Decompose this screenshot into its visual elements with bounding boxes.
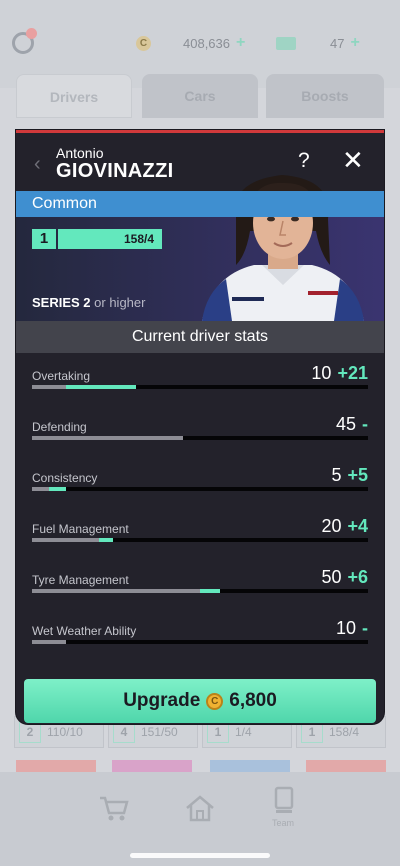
- home-icon[interactable]: [184, 794, 216, 822]
- stat-bar-base: [32, 589, 200, 593]
- stat-bar-base: [32, 640, 66, 644]
- stat-delta: +5: [347, 465, 368, 485]
- driver-last-name: GIOVINAZZI: [56, 160, 174, 182]
- stat-bar: [32, 589, 368, 593]
- rarity-banner: Common: [16, 191, 384, 217]
- stat-bar: [32, 538, 368, 542]
- card-level: 1: [207, 721, 229, 743]
- stat-value: 45: [335, 414, 356, 434]
- driver-level: 1: [32, 229, 56, 249]
- coin-amount: 408,636: [183, 35, 230, 51]
- stat-value-group: 10 +21: [311, 363, 368, 384]
- help-button[interactable]: ?: [298, 149, 310, 173]
- upgrade-button[interactable]: Upgrade C 6,800: [24, 679, 376, 723]
- stat-delta: -: [362, 414, 368, 434]
- coin-icon: C: [136, 35, 151, 51]
- stat-row: Wet Weather Ability 10-: [16, 608, 384, 659]
- stat-name: Wet Weather Ability: [32, 624, 137, 638]
- coin-icon: C: [206, 692, 224, 710]
- stat-value: 10: [311, 363, 332, 383]
- stat-bar-base: [32, 538, 100, 542]
- stat-bar-boost: [200, 589, 221, 593]
- tab-cars[interactable]: Cars: [142, 74, 258, 118]
- stat-value-group: 5 +5: [331, 465, 368, 486]
- card-level: 2: [19, 721, 41, 743]
- stat-bar: [32, 385, 368, 389]
- stat-bar-boost: [48, 487, 66, 491]
- stat-row: Tyre Management 50 +6: [16, 557, 384, 608]
- stat-delta: -: [362, 618, 368, 638]
- stat-row: Fuel Management 20 +4: [16, 506, 384, 557]
- stat-value-group: 45-: [336, 414, 368, 435]
- stat-bar: [32, 487, 368, 491]
- series-suffix: or higher: [94, 295, 146, 310]
- stat-bar-base: [32, 436, 184, 440]
- stats-section-title: Current driver stats: [16, 321, 384, 353]
- driver-hero: Common 1 158/4 SERIES 2 or higher: [16, 175, 384, 321]
- stat-name: Tyre Management: [32, 573, 129, 587]
- stat-bar-base: [32, 385, 66, 389]
- card-count-bar: 158/4: [58, 229, 162, 249]
- upgrade-cost: 6,800: [229, 690, 277, 711]
- stat-name: Consistency: [32, 471, 98, 485]
- stat-row: Overtaking 10 +21: [16, 353, 384, 404]
- stat-bar: [32, 436, 368, 440]
- stat-row: Consistency 5 +5: [16, 455, 384, 506]
- stat-value: 10: [335, 618, 356, 638]
- stat-delta: +21: [337, 363, 368, 383]
- stat-value-group: 50 +6: [321, 567, 368, 588]
- series-label: SERIES 2: [32, 295, 91, 310]
- stat-name: Fuel Management: [32, 522, 129, 536]
- driver-detail-modal: ‹ Antonio GIOVINAZZI ? ✕ Common 1 158/4 …: [16, 130, 384, 724]
- stat-name: Overtaking: [32, 369, 91, 383]
- team-card-icon[interactable]: [268, 786, 300, 814]
- card-progress: 1/4: [235, 725, 252, 739]
- stat-value-group: 10-: [336, 618, 368, 639]
- stat-bar-boost: [65, 385, 137, 389]
- bottom-navigation: Team: [0, 772, 400, 866]
- card-progress: 151/50: [141, 725, 178, 739]
- team-label: Team: [272, 818, 295, 828]
- tab-drivers[interactable]: Drivers: [16, 74, 132, 118]
- back-chevron-icon[interactable]: ‹: [34, 153, 41, 176]
- upgrade-label: Upgrade: [123, 690, 201, 711]
- ticket-amount: 47: [330, 35, 345, 51]
- garage-tabs: Drivers Cars Boosts: [16, 74, 384, 118]
- stat-value: 50: [321, 567, 342, 587]
- stat-bar-boost: [99, 538, 113, 542]
- home-indicator[interactable]: [130, 853, 270, 858]
- shop-cart-icon[interactable]: [98, 794, 130, 822]
- coin-balance: C 408,636 +: [136, 34, 245, 52]
- stat-value: 20: [321, 516, 342, 536]
- add-tickets-button[interactable]: +: [350, 34, 359, 52]
- ticket-balance: 47 +: [276, 34, 360, 52]
- stat-name: Defending: [32, 420, 87, 434]
- card-level: 4: [113, 721, 135, 743]
- stats-list: Overtaking 10 +21 Defending 45- Consisten…: [16, 353, 384, 659]
- stat-delta: +4: [347, 516, 368, 536]
- card-progress: 158/4: [329, 725, 360, 739]
- stat-value-group: 20 +4: [321, 516, 368, 537]
- stat-row: Defending 45-: [16, 404, 384, 455]
- stat-bar: [32, 640, 368, 644]
- stat-value: 5: [331, 465, 342, 485]
- series-requirement: SERIES 2 or higher: [32, 295, 145, 310]
- ticket-icon: [276, 36, 296, 50]
- stat-delta: +6: [347, 567, 368, 587]
- add-coins-button[interactable]: +: [236, 34, 245, 52]
- close-button[interactable]: ✕: [342, 145, 364, 176]
- card-level: 1: [301, 721, 323, 743]
- card-progress: 110/10: [47, 725, 83, 739]
- tab-boosts[interactable]: Boosts: [266, 74, 384, 118]
- driver-first-name: Antonio: [56, 145, 104, 161]
- notification-alert-icon: [26, 28, 37, 39]
- stat-bar-base: [32, 487, 49, 491]
